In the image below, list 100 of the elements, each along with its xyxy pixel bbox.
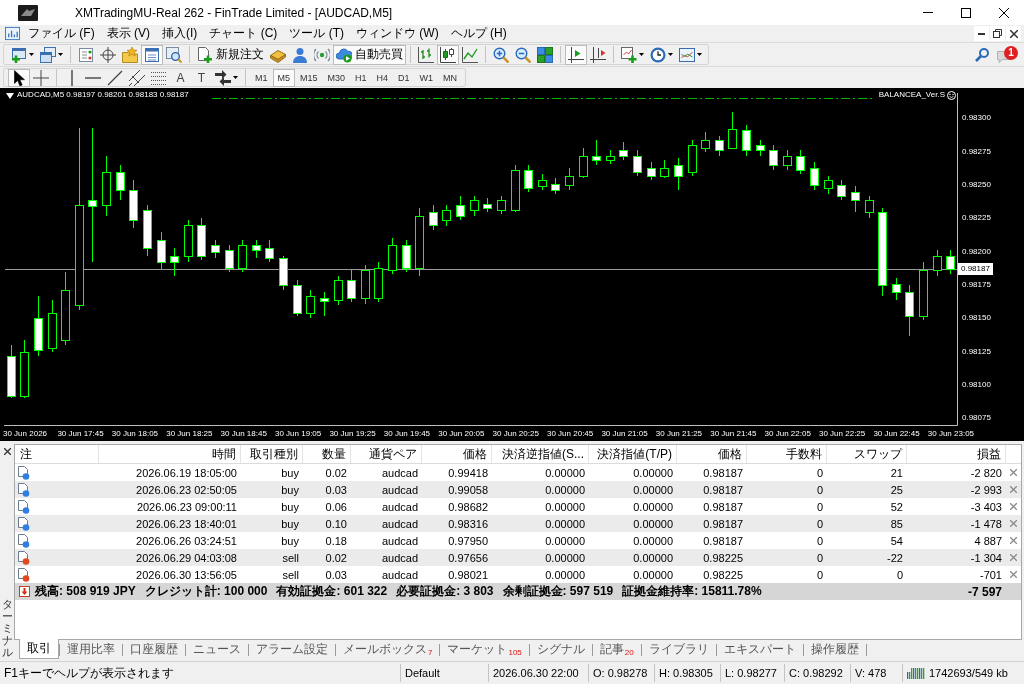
crosshair-circle-icon: [100, 46, 116, 63]
menu-item[interactable]: ヘルプ (H): [444, 25, 513, 42]
column-header[interactable]: スワップ: [827, 445, 907, 463]
column-header[interactable]: 取引種別: [241, 445, 303, 463]
timeframe-button[interactable]: M15: [295, 68, 323, 87]
arrows-button[interactable]: [212, 68, 241, 87]
terminal-tab[interactable]: 運用比率: [60, 640, 122, 659]
restore-button[interactable]: [990, 26, 1005, 41]
time-label: 30 Jun 23:05: [927, 428, 975, 439]
terminal-tab[interactable]: 取引: [19, 639, 59, 659]
candle: [388, 237, 397, 275]
candle: [769, 144, 778, 171]
terminal-tab[interactable]: アラーム設定: [249, 640, 335, 659]
menu-item[interactable]: ツール (T): [283, 25, 350, 42]
candle: [865, 195, 874, 219]
line-chart-button[interactable]: [459, 44, 481, 65]
candle: [783, 149, 792, 171]
close-icon[interactable]: [3, 448, 11, 455]
time-label: 30 Jun 20:25: [492, 428, 539, 439]
user-icon: [292, 46, 308, 63]
new-order-button[interactable]: 新規注文: [194, 44, 267, 65]
price-label: 0.98175: [962, 279, 991, 291]
column-header[interactable]: 損益: [907, 445, 1006, 463]
menu-item[interactable]: ファイル (F): [22, 25, 101, 42]
table-cell-text: 0.00000: [632, 533, 674, 549]
column-header[interactable]: 注: [15, 445, 99, 463]
table-cell-text: 0.02: [324, 550, 348, 566]
profiles-button[interactable]: [37, 44, 66, 65]
terminal-tab[interactable]: 口座履歴: [123, 640, 185, 659]
table-cell-text: 0.18: [324, 533, 348, 549]
table-cell-text: 0.99418: [447, 465, 489, 481]
notifications-button[interactable]: 1: [997, 45, 1019, 64]
table-cell-text: -3 403: [969, 499, 1003, 515]
menu-item[interactable]: チャート (C): [203, 25, 284, 42]
horizontal-line-icon: [85, 76, 101, 79]
candle: [647, 161, 656, 181]
terminal-button[interactable]: [141, 44, 163, 65]
triangle-icon[interactable]: [6, 93, 14, 99]
terminal-tab[interactable]: エキスパート: [716, 640, 803, 659]
minimize-button[interactable]: [974, 26, 989, 41]
column-header[interactable]: 数量: [303, 445, 351, 463]
channel-button[interactable]: [126, 68, 148, 87]
timeframe-button[interactable]: W1: [414, 68, 439, 87]
column-header[interactable]: 価格: [422, 445, 492, 463]
column-header[interactable]: 決済指値(T/P): [589, 445, 677, 463]
column-header[interactable]: 価格: [677, 445, 747, 463]
profile-name[interactable]: Default: [400, 664, 488, 682]
candle: [225, 244, 234, 273]
table-cell-text: 0.98682: [447, 499, 489, 515]
candle: [701, 131, 710, 153]
text-button[interactable]: A: [170, 68, 191, 87]
menu-item[interactable]: 表示 (V): [100, 25, 156, 42]
terminal-tab[interactable]: ニュース: [186, 640, 248, 659]
account-figure: 証拠金維持率: 15811.78%: [622, 583, 762, 600]
column-header[interactable]: 通貨ペア: [351, 445, 422, 463]
column-header[interactable]: 手数料: [747, 445, 827, 463]
chart-shift-button[interactable]: [587, 44, 609, 65]
bar-chart-button[interactable]: [415, 44, 437, 65]
table-cell-text: -2 993: [969, 482, 1003, 498]
timeframe-button[interactable]: MN: [438, 68, 463, 87]
column-header[interactable]: 決済逆指値(S...: [492, 445, 589, 463]
caret-icon: [668, 53, 673, 56]
table-cell-text: audcad: [380, 499, 419, 515]
search-button[interactable]: [975, 47, 989, 62]
chart-window-icon[interactable]: [5, 26, 20, 41]
close-button[interactable]: [1006, 26, 1021, 41]
timeframe-button[interactable]: M30: [322, 68, 351, 87]
magnifier-window-icon: [166, 46, 182, 63]
cursor-button[interactable]: [8, 68, 30, 87]
data-window-button[interactable]: [97, 44, 119, 65]
table-cell-text: -22: [886, 550, 904, 566]
cursor-icon: [11, 69, 27, 86]
broadcast-icon: [314, 46, 330, 63]
panel-label[interactable]: ターミナル: [1, 597, 13, 658]
strategy-tester-button[interactable]: [163, 44, 185, 65]
account-figure: クレジット計: 100 000: [144, 583, 268, 600]
menu-item[interactable]: 挿入(I): [156, 25, 204, 42]
dotted-lines-icon: [151, 69, 167, 86]
candle: [279, 255, 288, 291]
tile-windows-button[interactable]: [534, 44, 556, 65]
candlestick-button[interactable]: [437, 44, 459, 65]
column-header[interactable]: 時間: [99, 445, 241, 463]
text-label-button[interactable]: T: [191, 68, 212, 87]
indicators-button[interactable]: [618, 44, 647, 65]
table-cell-text: 0.10: [324, 516, 348, 532]
timeframe-button[interactable]: D1: [393, 68, 415, 87]
candle: [252, 239, 261, 259]
timeframe-button[interactable]: M5: [272, 68, 296, 87]
timeframe-button[interactable]: M1: [250, 68, 273, 87]
auto-trading-button[interactable]: 自動売買: [333, 44, 406, 65]
terminal-tab[interactable]: 操作履歴: [803, 640, 866, 659]
candle: [565, 167, 574, 191]
terminal-tab[interactable]: シグナル: [529, 640, 592, 659]
terminal-tab[interactable]: ライブラリ: [641, 640, 716, 659]
timeframe-button[interactable]: H1: [350, 68, 372, 87]
autoscroll-button[interactable]: [565, 44, 587, 65]
time-label: 30 Jun 20:05: [438, 428, 485, 439]
axis-play-icon: [568, 46, 584, 63]
timeframe-button[interactable]: H4: [371, 68, 394, 87]
menu-item[interactable]: ウィンドウ (W): [350, 25, 445, 42]
